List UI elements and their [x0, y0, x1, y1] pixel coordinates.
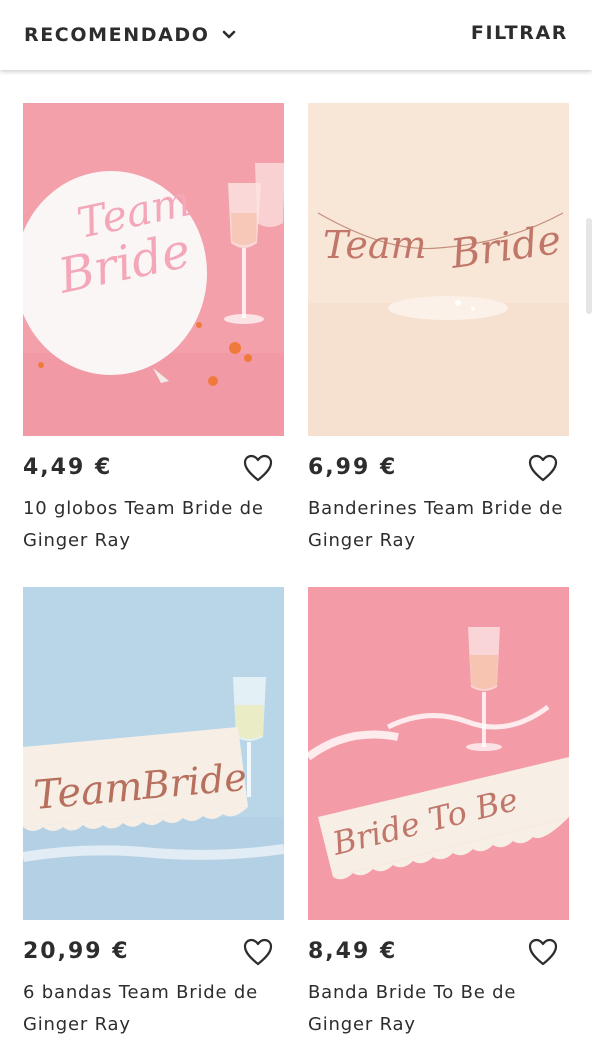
heart-outline-icon[interactable]	[242, 937, 274, 967]
heart-outline-icon[interactable]	[242, 453, 274, 483]
product-image[interactable]: Team Bride	[23, 587, 284, 920]
sort-filter-bar: RECOMENDADO FILTRAR	[0, 0, 592, 70]
chevron-down-icon	[222, 30, 235, 39]
product-title[interactable]: 10 globos Team Bride de Ginger Ray	[23, 493, 284, 557]
product-title-line: Ginger Ray	[308, 530, 416, 551]
svg-text:Team: Team	[32, 764, 145, 819]
svg-text:Team: Team	[323, 223, 427, 267]
sort-label: RECOMENDADO	[24, 24, 210, 46]
product-price: 4,49 €	[23, 455, 113, 480]
product-title-line: Ginger Ray	[308, 1014, 416, 1035]
product-title-line: 10 globos Team Bride de	[23, 498, 264, 519]
product-image[interactable]: Team Bride	[308, 103, 569, 436]
scrollbar[interactable]	[586, 218, 592, 314]
product-image[interactable]: Bride To Be	[308, 587, 569, 920]
product-title[interactable]: 6 bandas Team Bride de Ginger Ray	[23, 977, 284, 1041]
heart-outline-icon[interactable]	[527, 453, 559, 483]
product-title[interactable]: Banda Bride To Be de Ginger Ray	[308, 977, 569, 1041]
product-image[interactable]: Team Bride	[23, 103, 284, 436]
svg-text:Bride: Bride	[139, 755, 248, 808]
sort-dropdown[interactable]: RECOMENDADO	[24, 22, 236, 48]
product-title-line: Banderines Team Bride de	[308, 498, 564, 519]
product-title-line: 6 bandas Team Bride de	[23, 982, 258, 1003]
product-title-line: Banda Bride To Be de	[308, 982, 517, 1003]
product-title[interactable]: Banderines Team Bride de Ginger Ray	[308, 493, 569, 557]
product-title-line: Ginger Ray	[23, 1014, 131, 1035]
product-price: 8,49 €	[308, 939, 398, 964]
product-price: 20,99 €	[23, 939, 130, 964]
filter-button[interactable]: FILTRAR	[471, 22, 568, 48]
product-title-line: Ginger Ray	[23, 530, 131, 551]
product-price: 6,99 €	[308, 455, 398, 480]
heart-outline-icon[interactable]	[527, 937, 559, 967]
